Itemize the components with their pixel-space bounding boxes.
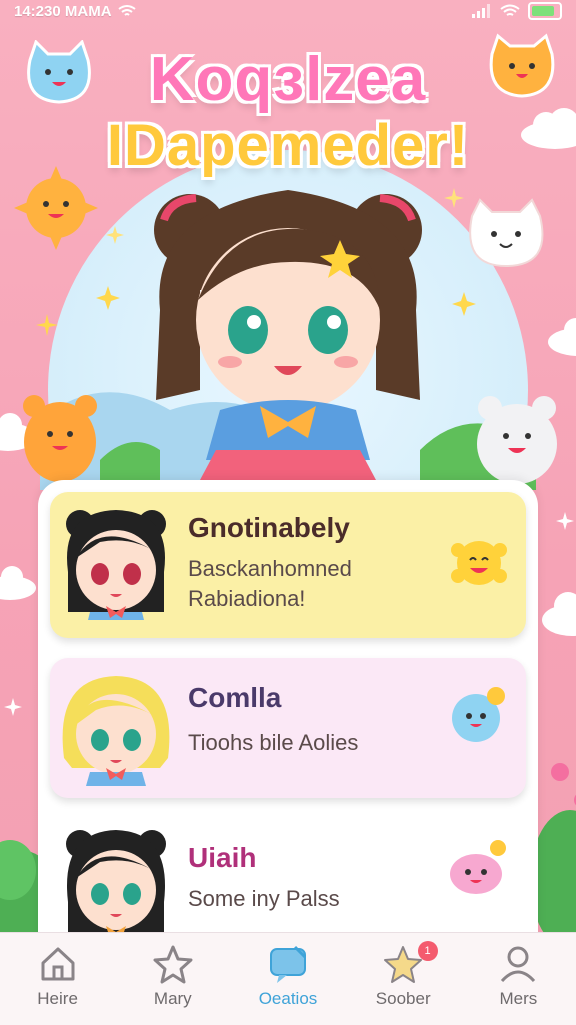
sparkle-icon bbox=[106, 226, 124, 244]
character-card[interactable]: Gnotinabely Basckanhomned Rabiadiona! bbox=[50, 492, 526, 638]
app-title-line2: IDapemeder! bbox=[106, 113, 470, 178]
tab-label: Mers bbox=[499, 989, 538, 1008]
app-title-line1: Koqзlzea bbox=[149, 45, 427, 114]
chat-icon bbox=[270, 945, 307, 983]
home-icon bbox=[41, 947, 75, 981]
sparkle-icon bbox=[4, 698, 22, 716]
white-bear-icon bbox=[477, 396, 557, 484]
mascot-girl-illustration bbox=[154, 190, 422, 480]
profile-icon bbox=[501, 946, 536, 983]
sparkle-icon bbox=[556, 512, 574, 530]
orange-bear-icon bbox=[23, 395, 97, 482]
tab-label: Oeatios bbox=[258, 989, 318, 1008]
wifi-icon bbox=[500, 4, 520, 16]
cloud-icon bbox=[0, 566, 36, 600]
tab-label: Soober bbox=[375, 989, 431, 1008]
battery-icon bbox=[528, 2, 562, 20]
signal-icon bbox=[472, 4, 490, 18]
sun-smiley-icon bbox=[451, 541, 507, 585]
cloud-icon bbox=[542, 592, 576, 636]
tab-home[interactable]: Heire bbox=[0, 933, 115, 1025]
character-name: Uiaih bbox=[188, 842, 257, 873]
character-avatar bbox=[62, 676, 170, 786]
pink-blob-icon bbox=[450, 840, 506, 894]
character-avatar bbox=[66, 830, 166, 940]
character-subtitle: Some iny Palss bbox=[188, 886, 340, 911]
star-icon bbox=[153, 945, 193, 984]
status-time: 14:230 MAMA bbox=[14, 2, 112, 20]
tab-label: Mary bbox=[153, 989, 192, 1008]
sparkle-icon bbox=[452, 292, 476, 316]
character-subtitle: Basckanhomned bbox=[188, 556, 352, 581]
character-card[interactable]: Comlla Tioohs bile Aolies bbox=[50, 658, 526, 798]
bottom-tab-bar: Heire Mary Oeatios 1 Soober Mers bbox=[0, 932, 576, 1025]
tab-mary[interactable]: Mary bbox=[115, 933, 230, 1025]
character-subtitle: Tioohs bile Aolies bbox=[188, 730, 359, 755]
blue-bubble-icon bbox=[452, 687, 505, 742]
tab-soober[interactable]: 1 Soober bbox=[346, 933, 461, 1025]
notification-badge: 1 bbox=[417, 941, 438, 961]
character-avatar bbox=[66, 510, 166, 620]
character-card[interactable]: Uiaih Some iny Palss bbox=[50, 812, 526, 950]
sparkle-icon bbox=[444, 188, 464, 208]
character-name: Comlla bbox=[188, 682, 282, 713]
tab-label: Heire bbox=[37, 989, 78, 1008]
sparkle-icon bbox=[96, 286, 120, 310]
tab-mers[interactable]: Mers bbox=[461, 933, 576, 1025]
character-subtitle: Rabiadiona! bbox=[188, 586, 306, 611]
white-cat-icon bbox=[469, 198, 544, 268]
wifi-icon bbox=[117, 5, 136, 16]
tab-oeatios[interactable]: Oeatios bbox=[230, 933, 345, 1025]
status-bar: 14:230 MAMA bbox=[0, 0, 576, 22]
character-name: Gnotinabely bbox=[188, 512, 350, 543]
cloud-icon bbox=[548, 318, 576, 356]
